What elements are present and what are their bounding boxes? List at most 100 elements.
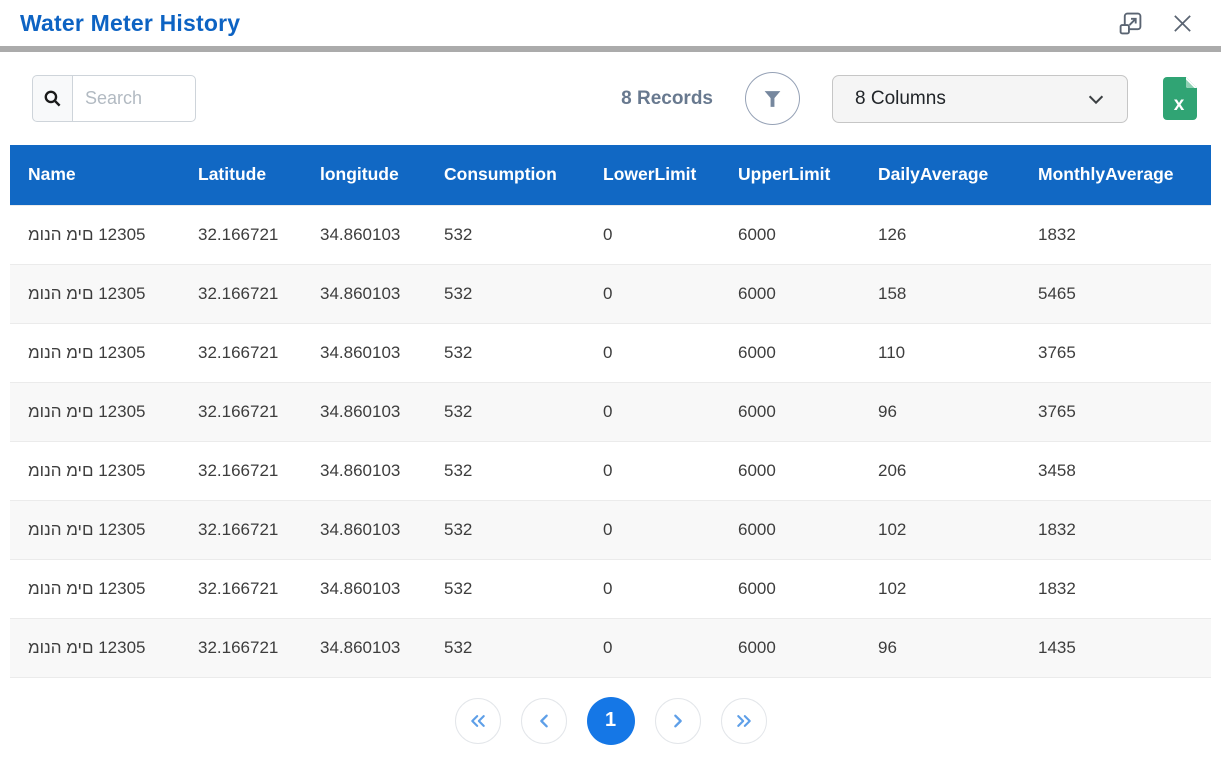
table-row[interactable]: מונה מים 1230532.16672134.86010353206000… bbox=[10, 264, 1211, 323]
cell-name: מונה מים 12305 bbox=[10, 559, 180, 618]
cell-lower_limit: 0 bbox=[585, 323, 720, 382]
cell-longitude: 34.860103 bbox=[302, 441, 426, 500]
cell-upper_limit: 6000 bbox=[720, 618, 860, 677]
cell-daily_average: 102 bbox=[860, 500, 1020, 559]
last-page-button[interactable] bbox=[721, 698, 767, 744]
table-row[interactable]: מונה מים 1230532.16672134.86010353206000… bbox=[10, 323, 1211, 382]
table-header-row: NameLatitudelongitudeConsumptionLowerLim… bbox=[10, 145, 1211, 205]
meter-name-text: מונה מים 12305 bbox=[28, 402, 146, 421]
meter-name-text: מונה מים 12305 bbox=[28, 343, 146, 362]
water-meter-history-grid: NameLatitudelongitudeConsumptionLowerLim… bbox=[10, 145, 1211, 678]
column-header-consumption[interactable]: Consumption bbox=[426, 145, 585, 205]
expand-button[interactable] bbox=[1113, 6, 1147, 40]
column-header-daily_average[interactable]: DailyAverage bbox=[860, 145, 1020, 205]
cell-name: מונה מים 12305 bbox=[10, 618, 180, 677]
first-page-button[interactable] bbox=[455, 698, 501, 744]
filter-button[interactable] bbox=[745, 72, 800, 125]
cell-daily_average: 126 bbox=[860, 205, 1020, 264]
cell-monthly_average: 1832 bbox=[1020, 559, 1211, 618]
cell-latitude: 32.166721 bbox=[180, 205, 302, 264]
cell-consumption: 532 bbox=[426, 205, 585, 264]
cell-lower_limit: 0 bbox=[585, 500, 720, 559]
next-page-button[interactable] bbox=[655, 698, 701, 744]
cell-longitude: 34.860103 bbox=[302, 500, 426, 559]
cell-daily_average: 158 bbox=[860, 264, 1020, 323]
cell-daily_average: 96 bbox=[860, 618, 1020, 677]
cell-monthly_average: 1832 bbox=[1020, 500, 1211, 559]
column-header-upper_limit[interactable]: UpperLimit bbox=[720, 145, 860, 205]
cell-daily_average: 110 bbox=[860, 323, 1020, 382]
cell-name: מונה מים 12305 bbox=[10, 205, 180, 264]
meter-name-text: מונה מים 12305 bbox=[28, 284, 146, 303]
table-row[interactable]: מונה מים 1230532.16672134.86010353206000… bbox=[10, 500, 1211, 559]
table-row[interactable]: מונה מים 12305 32.16672134.86010353206000… bbox=[10, 382, 1211, 441]
cell-latitude: 32.166721 bbox=[180, 559, 302, 618]
column-header-lower_limit[interactable]: LowerLimit bbox=[585, 145, 720, 205]
cell-daily_average: 102 bbox=[860, 559, 1020, 618]
search-input[interactable] bbox=[72, 75, 196, 122]
table-row[interactable]: מונה מים 1230532.16672134.86010353206000… bbox=[10, 559, 1211, 618]
cell-upper_limit: 6000 bbox=[720, 441, 860, 500]
meter-name-text: מונה מים 12305 bbox=[28, 461, 146, 480]
cell-lower_limit: 0 bbox=[585, 618, 720, 677]
cell-consumption: 532 bbox=[426, 323, 585, 382]
table-row[interactable]: מונה מים 1230532.16672134.86010353206000… bbox=[10, 205, 1211, 264]
cell-latitude: 32.166721 bbox=[180, 441, 302, 500]
cell-longitude: 34.860103 bbox=[302, 382, 426, 441]
cell-lower_limit: 0 bbox=[585, 382, 720, 441]
cell-monthly_average: 1832 bbox=[1020, 205, 1211, 264]
expand-icon bbox=[1118, 11, 1143, 36]
cell-longitude: 34.860103 bbox=[302, 323, 426, 382]
next-page-icon bbox=[672, 713, 684, 729]
cell-monthly_average: 3765 bbox=[1020, 323, 1211, 382]
filter-funnel-icon bbox=[762, 89, 783, 109]
column-header-latitude[interactable]: Latitude bbox=[180, 145, 302, 205]
pagination: 1 bbox=[0, 697, 1221, 745]
cell-name: מונה מים 12305 bbox=[10, 323, 180, 382]
cell-lower_limit: 0 bbox=[585, 559, 720, 618]
columns-dropdown[interactable]: 8 Columns bbox=[832, 75, 1128, 123]
cell-consumption: 532 bbox=[426, 441, 585, 500]
column-header-longitude[interactable]: longitude bbox=[302, 145, 426, 205]
excel-export-button[interactable]: x bbox=[1163, 77, 1197, 120]
previous-page-button[interactable] bbox=[521, 698, 567, 744]
svg-text:x: x bbox=[1174, 94, 1185, 115]
cell-lower_limit: 0 bbox=[585, 441, 720, 500]
cell-daily_average: 96 bbox=[860, 382, 1020, 441]
columns-dropdown-value: 8 Columns bbox=[855, 88, 1085, 110]
cell-daily_average: 206 bbox=[860, 441, 1020, 500]
first-page-icon bbox=[469, 713, 487, 729]
cell-latitude: 32.166721 bbox=[180, 323, 302, 382]
cell-upper_limit: 6000 bbox=[720, 559, 860, 618]
cell-monthly_average: 3458 bbox=[1020, 441, 1211, 500]
meter-name-text: מונה מים 12305 bbox=[28, 579, 146, 598]
column-header-name[interactable]: Name bbox=[10, 145, 180, 205]
cell-consumption: 532 bbox=[426, 618, 585, 677]
cell-longitude: 34.860103 bbox=[302, 205, 426, 264]
table-row[interactable]: מונה מים 12305 32.16672134.86010353206000… bbox=[10, 441, 1211, 500]
cell-upper_limit: 6000 bbox=[720, 382, 860, 441]
cell-monthly_average: 1435 bbox=[1020, 618, 1211, 677]
cell-latitude: 32.166721 bbox=[180, 382, 302, 441]
page-1-button[interactable]: 1 bbox=[587, 697, 635, 745]
cell-monthly_average: 3765 bbox=[1020, 382, 1211, 441]
meter-name-text: מונה מים 12305 bbox=[28, 520, 146, 539]
cell-name: מונה מים 12305 bbox=[10, 264, 180, 323]
cell-name: מונה מים 12305 bbox=[10, 382, 180, 441]
search-group bbox=[32, 75, 196, 122]
column-header-monthly_average[interactable]: MonthlyAverage bbox=[1020, 145, 1211, 205]
page-title: Water Meter History bbox=[20, 10, 240, 37]
table-row[interactable]: מונה מים 1230532.16672134.86010353206000… bbox=[10, 618, 1211, 677]
data-table: NameLatitudelongitudeConsumptionLowerLim… bbox=[10, 145, 1211, 678]
cell-longitude: 34.860103 bbox=[302, 264, 426, 323]
excel-export-icon: x bbox=[1163, 77, 1197, 120]
toolbar: 8 Records 8 Columns x bbox=[0, 52, 1221, 145]
cell-name: מונה מים 12305 bbox=[10, 500, 180, 559]
cell-consumption: 532 bbox=[426, 382, 585, 441]
chevron-down-icon bbox=[1085, 88, 1107, 110]
search-icon bbox=[43, 89, 62, 108]
close-button[interactable] bbox=[1165, 6, 1199, 40]
cell-consumption: 532 bbox=[426, 500, 585, 559]
cell-latitude: 32.166721 bbox=[180, 264, 302, 323]
cell-upper_limit: 6000 bbox=[720, 500, 860, 559]
